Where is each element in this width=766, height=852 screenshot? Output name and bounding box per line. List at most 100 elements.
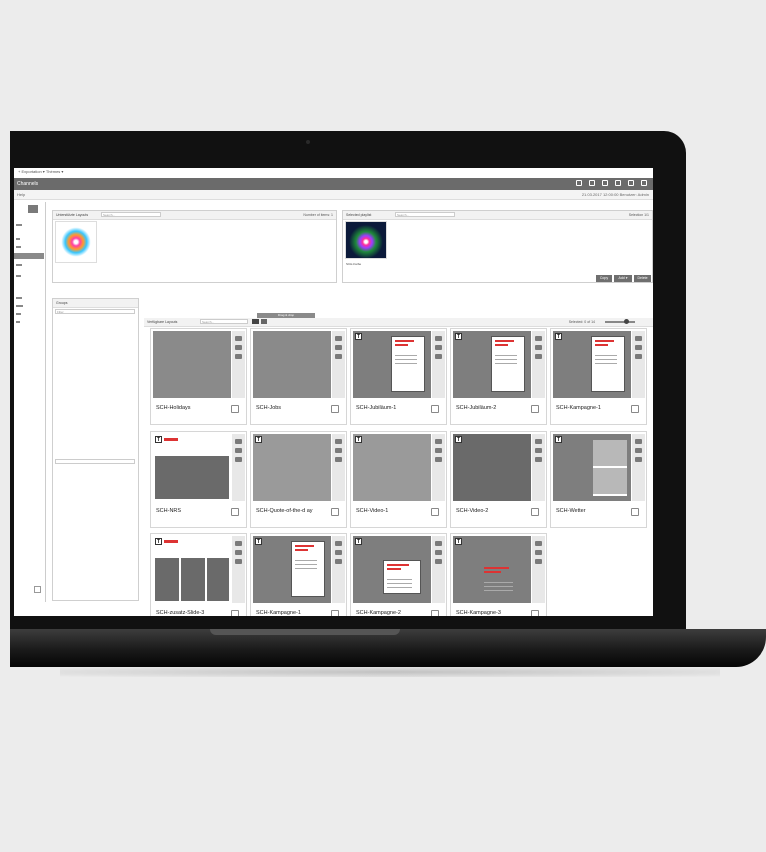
- filter-icon[interactable]: [252, 319, 259, 324]
- collapse-button[interactable]: [34, 586, 41, 593]
- copy-icon[interactable]: [435, 559, 442, 564]
- sidebar-item[interactable]: [16, 297, 22, 299]
- playlist-thumbnail[interactable]: [345, 221, 387, 259]
- user-icon[interactable]: [602, 180, 608, 186]
- layout-card[interactable]: T SCH-Kampagne-1: [250, 533, 347, 616]
- edit-icon[interactable]: [335, 439, 342, 444]
- info-icon[interactable]: [435, 345, 442, 350]
- info-icon[interactable]: [535, 345, 542, 350]
- layout-card[interactable]: T SCH-Jubiläum-1: [350, 328, 447, 425]
- select-checkbox[interactable]: [331, 610, 339, 616]
- copy-icon[interactable]: [435, 354, 442, 359]
- grid-icon[interactable]: [589, 180, 595, 186]
- select-checkbox[interactable]: [531, 405, 539, 413]
- layout-card[interactable]: SCH-Holidays: [150, 328, 247, 425]
- select-checkbox[interactable]: [431, 508, 439, 516]
- select-checkbox[interactable]: [331, 508, 339, 516]
- copy-icon[interactable]: [635, 354, 642, 359]
- edit-icon[interactable]: [535, 336, 542, 341]
- filter-input[interactable]: Filter: [55, 309, 135, 314]
- sidebar-item[interactable]: [16, 238, 20, 240]
- edit-icon[interactable]: [635, 336, 642, 341]
- edit-icon[interactable]: [635, 439, 642, 444]
- copy-icon[interactable]: [535, 354, 542, 359]
- select-checkbox[interactable]: [331, 405, 339, 413]
- sidebar-item[interactable]: [16, 313, 21, 315]
- copy-button[interactable]: Copy: [596, 275, 612, 282]
- layout-card[interactable]: T SCH-Wetter: [550, 431, 647, 528]
- add-button[interactable]: Add ▾: [614, 275, 632, 282]
- search-icon[interactable]: [261, 319, 267, 324]
- select-checkbox[interactable]: [231, 508, 239, 516]
- edit-icon[interactable]: [535, 439, 542, 444]
- zoom-slider[interactable]: [605, 321, 635, 323]
- select-checkbox[interactable]: [431, 610, 439, 616]
- layout-card[interactable]: T SCH-Kampagne-1: [550, 328, 647, 425]
- edit-icon[interactable]: [335, 541, 342, 546]
- layout-card[interactable]: T SCH-NRS: [150, 431, 247, 528]
- edit-icon[interactable]: [435, 439, 442, 444]
- edit-icon[interactable]: [535, 541, 542, 546]
- edit-icon[interactable]: [435, 336, 442, 341]
- sidebar-item[interactable]: [16, 275, 21, 277]
- sidebar-item[interactable]: [16, 224, 22, 226]
- select-checkbox[interactable]: [531, 508, 539, 516]
- copy-icon[interactable]: [435, 457, 442, 462]
- search-input[interactable]: Search...: [395, 212, 455, 217]
- info-icon[interactable]: [235, 550, 242, 555]
- select-checkbox[interactable]: [531, 610, 539, 616]
- menu-text[interactable]: + Exportation ▾ Thèmes ▾: [18, 169, 63, 174]
- info-icon[interactable]: [335, 448, 342, 453]
- sidebar-item[interactable]: [16, 246, 21, 248]
- info-icon[interactable]: [235, 448, 242, 453]
- layout-card[interactable]: T SCH-Video-1: [350, 431, 447, 528]
- copy-icon[interactable]: [235, 457, 242, 462]
- layout-card[interactable]: T SCH-Jubiläum-2: [450, 328, 547, 425]
- layout-card[interactable]: T SCH-Kampagne-2: [350, 533, 447, 616]
- edit-icon[interactable]: [335, 336, 342, 341]
- heart-icon[interactable]: [615, 180, 621, 186]
- groups-input[interactable]: [55, 459, 135, 464]
- select-checkbox[interactable]: [431, 405, 439, 413]
- info-icon[interactable]: [435, 550, 442, 555]
- copy-icon[interactable]: [235, 354, 242, 359]
- sidebar-toggle-button[interactable]: [28, 205, 38, 213]
- edit-icon[interactable]: [235, 541, 242, 546]
- layout-card[interactable]: SCH-Jobs: [250, 328, 347, 425]
- layout-card[interactable]: T SCH-Kampagne-3: [450, 533, 547, 616]
- info-icon[interactable]: [535, 448, 542, 453]
- info-icon[interactable]: [335, 345, 342, 350]
- info-icon[interactable]: [335, 550, 342, 555]
- select-checkbox[interactable]: [231, 405, 239, 413]
- power-icon[interactable]: [641, 180, 647, 186]
- sidebar-item[interactable]: [16, 264, 22, 266]
- copy-icon[interactable]: [335, 457, 342, 462]
- layout-card[interactable]: T SCH-Quote-of-the-d ay: [250, 431, 347, 528]
- edit-icon[interactable]: [235, 336, 242, 341]
- sidebar-item-selected[interactable]: [14, 253, 44, 259]
- copy-icon[interactable]: [335, 354, 342, 359]
- sidebar-item[interactable]: [16, 321, 20, 323]
- edit-icon[interactable]: [435, 541, 442, 546]
- zoom-knob[interactable]: [624, 319, 629, 324]
- copy-icon[interactable]: [535, 457, 542, 462]
- delete-button[interactable]: Delete: [634, 275, 651, 282]
- info-icon[interactable]: [635, 448, 642, 453]
- info-icon[interactable]: [435, 448, 442, 453]
- refresh-icon[interactable]: [576, 180, 582, 186]
- layout-card[interactable]: T SCH-Video-2: [450, 431, 547, 528]
- info-icon[interactable]: [235, 345, 242, 350]
- copy-icon[interactable]: [535, 559, 542, 564]
- layout-thumbnail[interactable]: [55, 221, 97, 263]
- info-icon[interactable]: [635, 345, 642, 350]
- search-input[interactable]: Search...: [101, 212, 161, 217]
- layout-card[interactable]: T SCH-zusatz-Slide-3: [150, 533, 247, 616]
- grid-search-input[interactable]: Search...: [200, 319, 248, 324]
- copy-icon[interactable]: [235, 559, 242, 564]
- select-checkbox[interactable]: [231, 610, 239, 616]
- copy-icon[interactable]: [635, 457, 642, 462]
- info-icon[interactable]: [535, 550, 542, 555]
- select-checkbox[interactable]: [631, 508, 639, 516]
- select-checkbox[interactable]: [631, 405, 639, 413]
- copy-icon[interactable]: [335, 559, 342, 564]
